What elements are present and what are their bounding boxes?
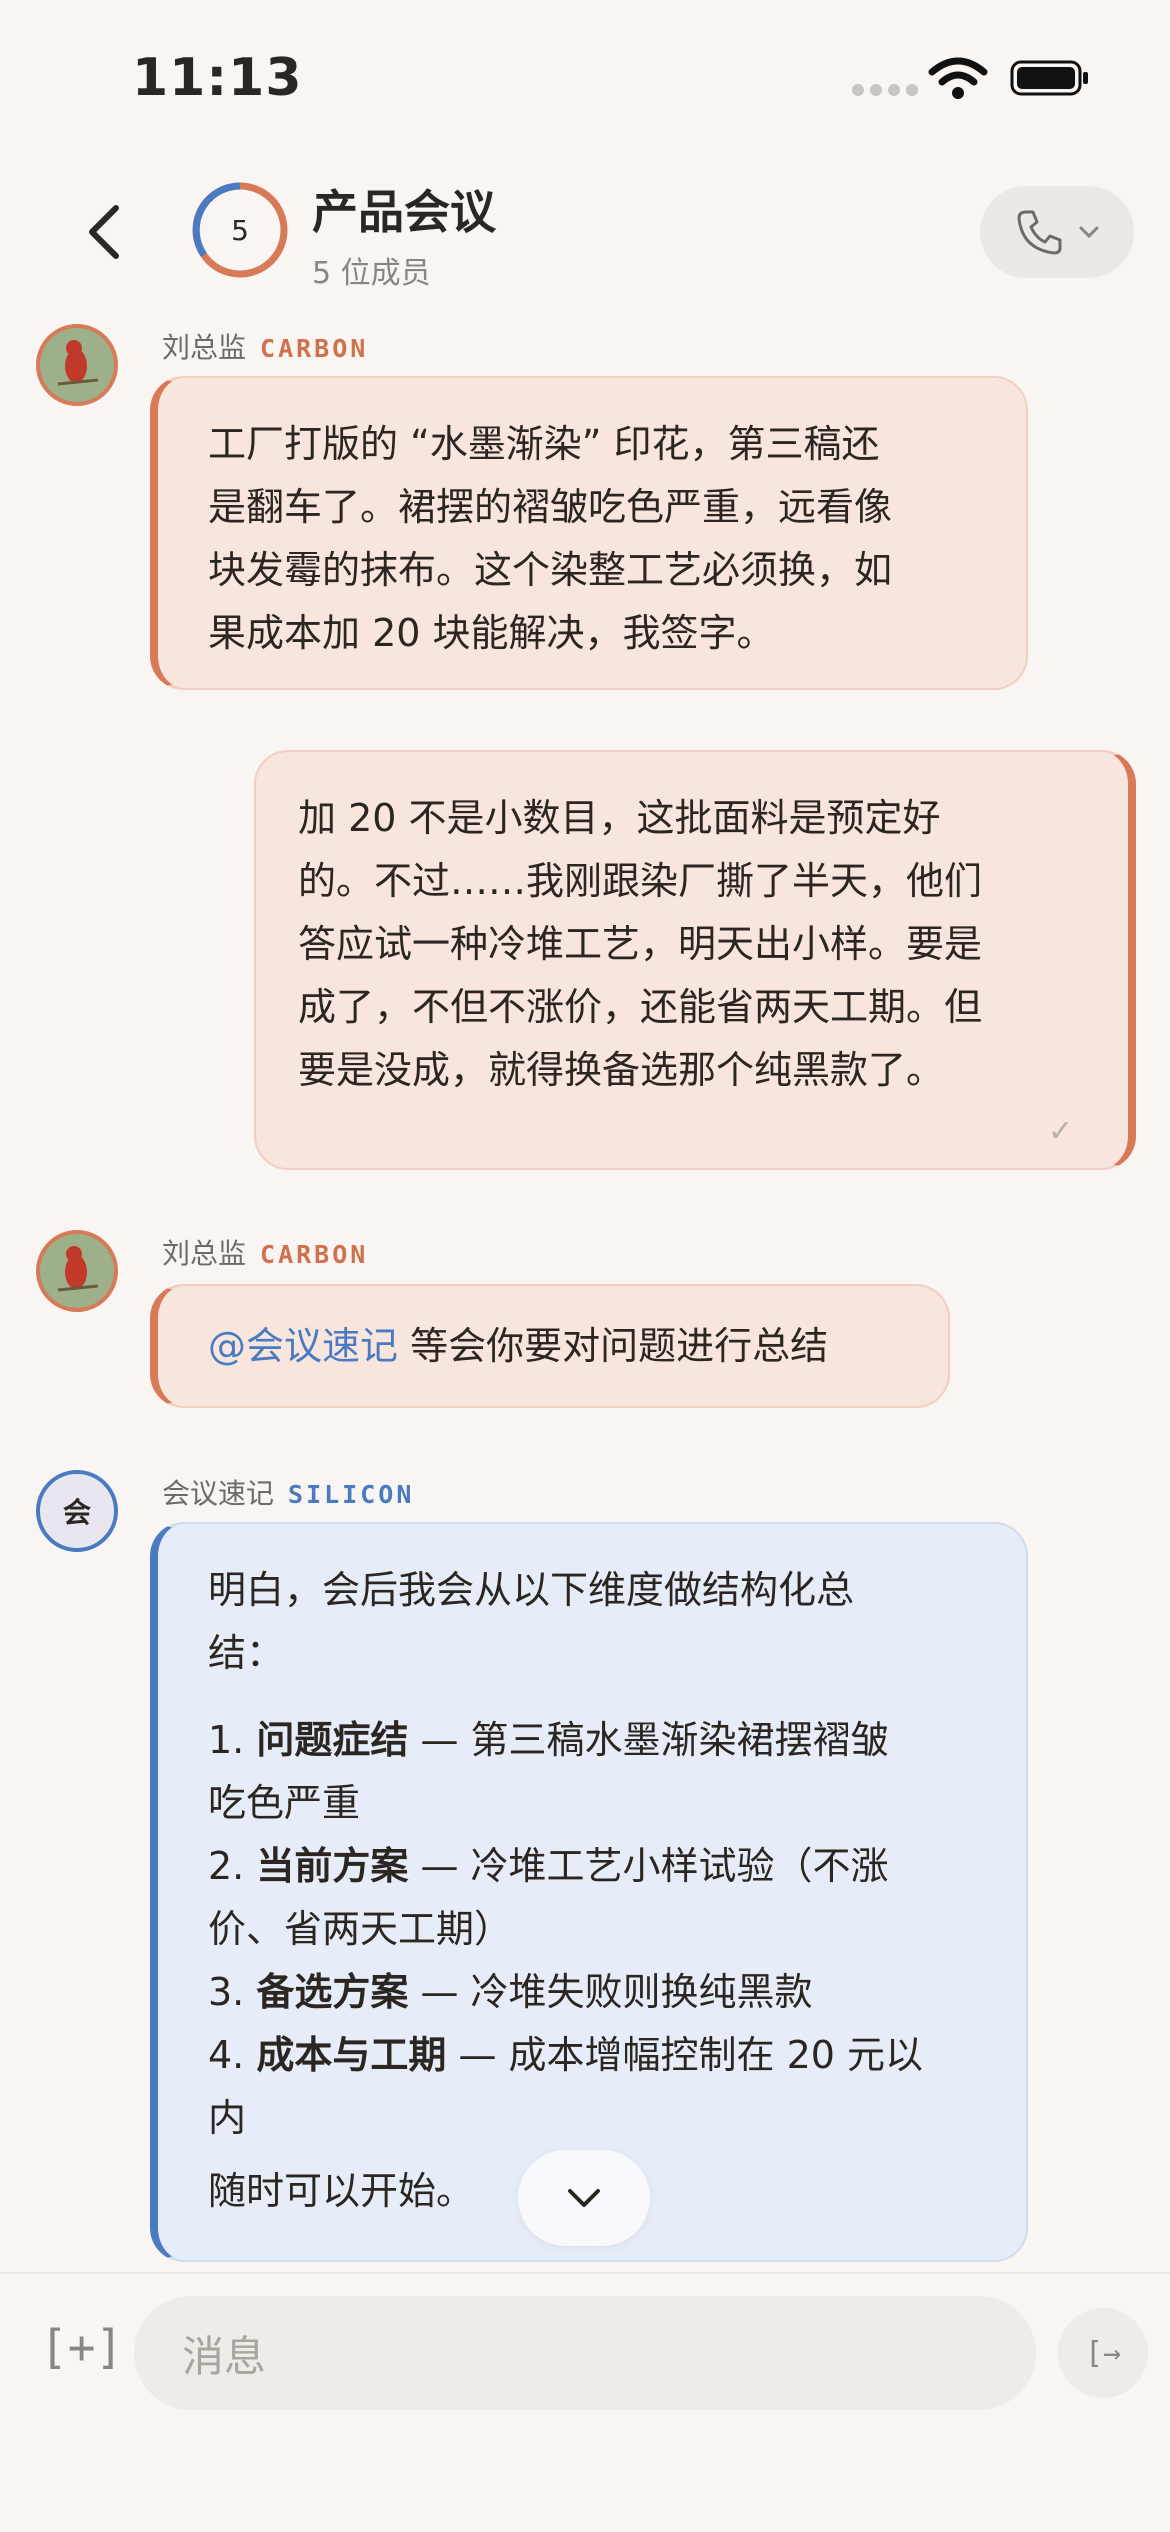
sender-name: 刘总监 (162, 331, 247, 364)
list-text: — 成本增幅控制在 20 元以 (446, 2033, 924, 2077)
avatar[interactable] (36, 324, 118, 406)
status-time: 11:13 (132, 48, 303, 108)
sender-tag: SILICON (288, 1480, 415, 1509)
scroll-down-button[interactable] (518, 2150, 650, 2246)
message-bubble[interactable]: 工厂打版的 “水墨渐染” 印花，第三稿还 是翻车了。裙摆的褶皱吃色严重，远看像 … (150, 376, 1028, 690)
attach-button[interactable]: [+] (40, 2320, 123, 2374)
back-icon[interactable] (78, 200, 130, 264)
list-title: 成本与工期 (256, 2033, 447, 2077)
sender-line: 刘总监 CARBON (162, 1232, 368, 1272)
bird-avatar-icon (40, 1234, 114, 1308)
member-subtitle: 5 位成员 (312, 256, 431, 291)
list-item: 1. 问题症结 — 第三稿水墨渐染裙摆褶皱 (208, 1709, 1026, 1772)
message-line: 果成本加 20 块能解决，我签字。 (208, 611, 775, 655)
chevron-down-icon (568, 2189, 600, 2207)
message-line: 要是没成，就得换备选那个纯黑款了。 (298, 1048, 945, 1092)
message-bubble-outgoing[interactable]: 加 20 不是小数目，这批面料是预定好 的。不过……我刚跟染厂撕了半天，他们 答… (254, 750, 1136, 1170)
list-text: 吃色严重 (208, 1781, 361, 1825)
list-text: 价、省两天工期） (208, 1907, 513, 1951)
avatar[interactable]: 会 (36, 1470, 118, 1552)
sender-tag: CARBON (260, 1240, 369, 1269)
list-item: 4. 成本与工期 — 成本增幅控制在 20 元以 (208, 2024, 1026, 2087)
message-bubble[interactable]: @会议速记 等会你要对问题进行总结 (150, 1284, 950, 1408)
read-check-icon: ✓ (1048, 1114, 1074, 1149)
message-line: 的。不过……我刚跟染厂撕了半天，他们 (298, 859, 983, 903)
sender-name: 刘总监 (162, 1237, 247, 1270)
member-count: 5 (231, 213, 249, 247)
bird-avatar-icon (40, 328, 114, 402)
list-title: 当前方案 (256, 1844, 409, 1888)
list-title: 备选方案 (256, 1970, 409, 2014)
list-text: — 冷堆失败则换纯黑款 (408, 1970, 813, 2014)
message-text: 等会你要对问题进行总结 (398, 1323, 829, 1368)
message-line: 答应试一种冷堆工艺，明天出小样。要是 (298, 922, 983, 966)
list-num: 3. (208, 1970, 257, 2014)
list-num: 4. (208, 2033, 257, 2077)
list-item: 2. 当前方案 — 冷堆工艺小样试验（不涨 (208, 1835, 1026, 1898)
wifi-icon (928, 57, 988, 99)
sender-tag: CARBON (260, 334, 369, 363)
signal-dots-icon (852, 84, 918, 96)
list-num: 2. (208, 1844, 257, 1888)
message-line: 工厂打版的 “水墨渐染” 印花，第三稿还 (208, 422, 880, 466)
call-button[interactable] (980, 186, 1134, 278)
avatar[interactable] (36, 1230, 118, 1312)
message-input[interactable]: 消息 (134, 2296, 1036, 2410)
mention-link[interactable]: @会议速记 (208, 1315, 398, 1378)
battery-icon (1010, 60, 1088, 96)
message-line: 结： (208, 1631, 285, 1675)
list-text: — 冷堆工艺小样试验（不涨 (408, 1844, 889, 1888)
chevron-down-icon (1079, 226, 1099, 239)
phone-icon (1017, 210, 1062, 255)
list-num: 1. (208, 1718, 257, 1762)
composer-divider (0, 2272, 1170, 2274)
send-button[interactable]: [→ (1058, 2308, 1148, 2398)
list-text: 内 (208, 2096, 247, 2140)
message-line: 成了，不但不涨价，还能省两天工期。但 (298, 985, 983, 1029)
message-line: 是翻车了。裙摆的褶皱吃色严重，远看像 (208, 485, 893, 529)
input-placeholder: 消息 (182, 2331, 267, 2381)
message-line: 块发霉的抹布。这个染整工艺必须换，如 (208, 548, 893, 592)
avatar-letter: 会 (62, 1496, 91, 1529)
sender-name: 会议速记 (162, 1477, 275, 1510)
page-title: 产品会议 (312, 185, 496, 239)
list-text: — 第三稿水墨渐染裙摆褶皱 (408, 1718, 889, 1762)
list-title: 问题症结 (256, 1718, 409, 1762)
message-line: 加 20 不是小数目，这批面料是预定好 (298, 796, 941, 840)
sender-line: 会议速记 SILICON (162, 1472, 414, 1512)
sender-line: 刘总监 CARBON (162, 326, 368, 366)
message-line: 明白，会后我会从以下维度做结构化总 (208, 1568, 855, 1612)
list-item: 3. 备选方案 — 冷堆失败则换纯黑款 (208, 1961, 1026, 2024)
